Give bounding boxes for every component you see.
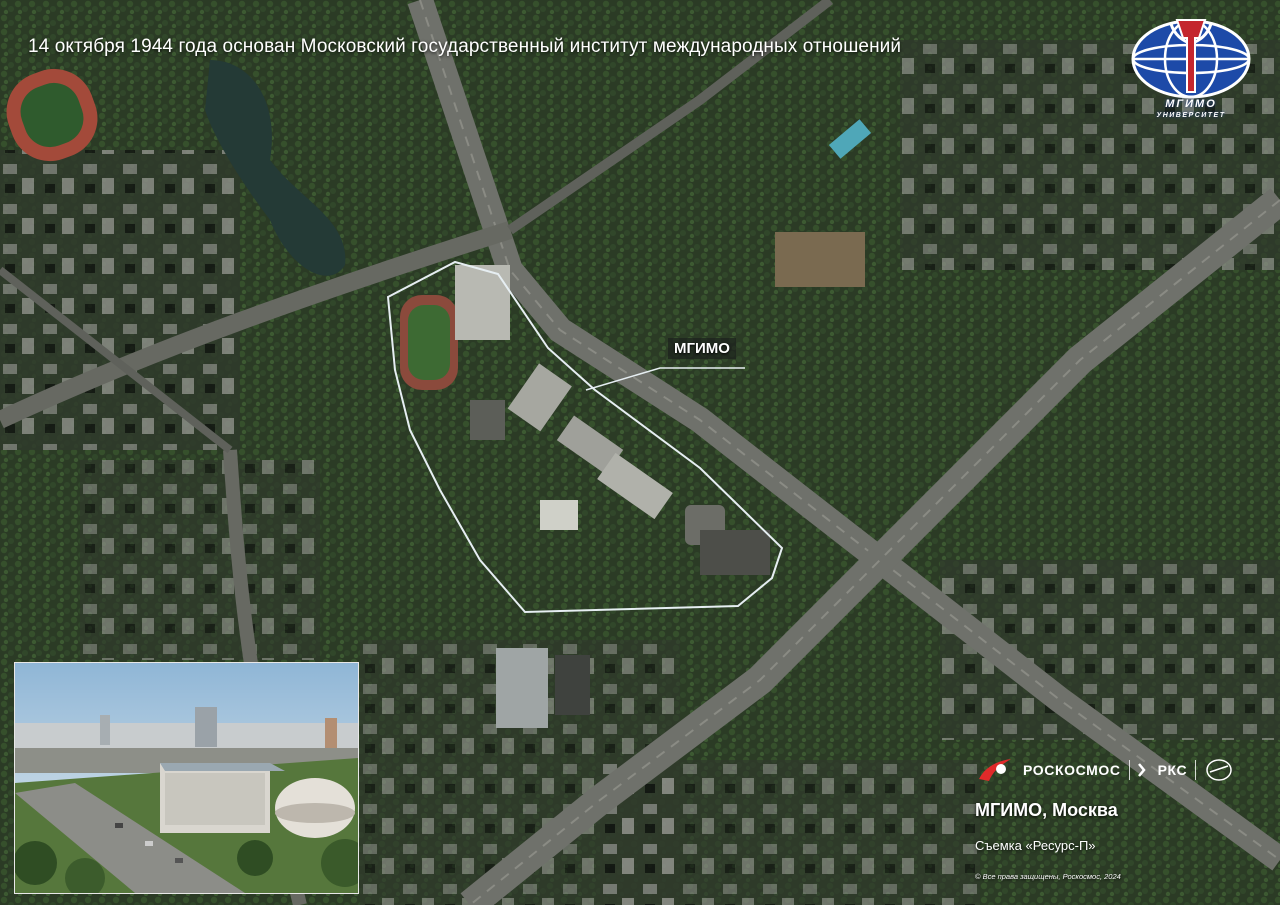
inset-photo bbox=[14, 662, 359, 894]
brand-separator bbox=[1195, 760, 1197, 780]
mgimo-callout-label: МГИМО bbox=[668, 338, 736, 359]
logo-caption: МГИМО bbox=[1165, 98, 1217, 110]
center-emblem-icon bbox=[1206, 759, 1232, 781]
copyright-notice: © Все права защищены, Роскосмос, 2024 bbox=[975, 872, 1121, 881]
satellite-map-poster: 14 октября 1944 года основан Московский … bbox=[0, 0, 1280, 905]
survey-caption: Съемка «Ресурс-П» bbox=[975, 838, 1096, 853]
place-title: МГИМО, Москва bbox=[975, 800, 1118, 820]
rks-logo-icon bbox=[1137, 763, 1146, 777]
brand-bar: РОСКОСМОС РКС bbox=[975, 755, 1234, 785]
brand-rks: РКС bbox=[1157, 762, 1188, 778]
brand-roscosmos: РОСКОСМОС bbox=[1023, 762, 1121, 778]
roscosmos-logo-icon bbox=[979, 759, 1011, 781]
headline: 14 октября 1944 года основан Московский … bbox=[28, 36, 902, 57]
logo-subcaption: УНИВЕРСИТЕТ bbox=[1156, 112, 1226, 119]
brand-separator bbox=[1128, 760, 1130, 780]
